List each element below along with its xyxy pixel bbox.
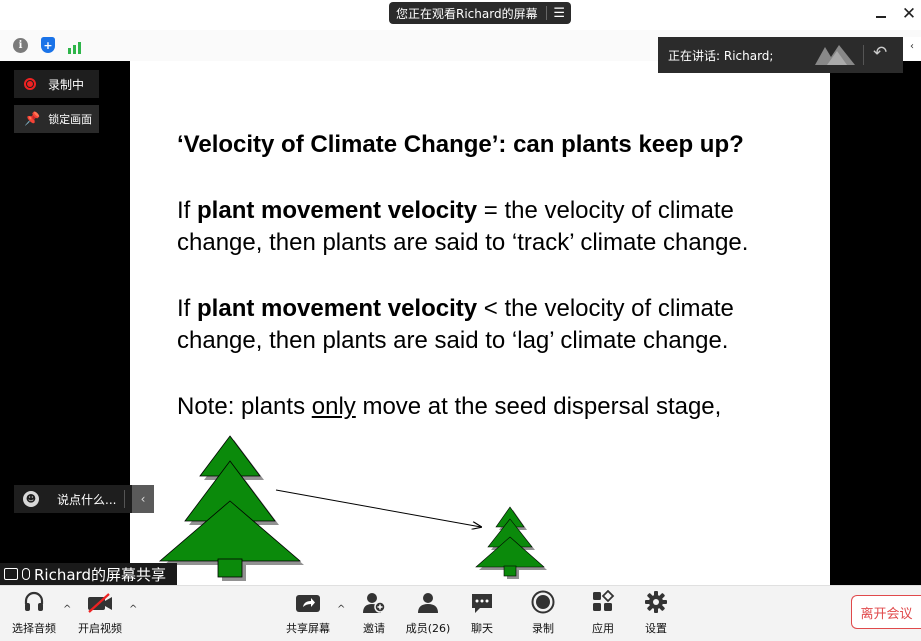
add-user-icon (362, 588, 386, 614)
screen-share-label: Richard的屏幕共享 (0, 563, 177, 585)
leave-meeting-button[interactable]: 离开会议 (851, 595, 921, 629)
lock-view-button[interactable]: 📌 锁定画面 (14, 105, 99, 133)
headphones-icon (22, 588, 46, 614)
apps-icon (591, 588, 615, 614)
record-label: 录制 (532, 622, 554, 635)
text: change, then plants are said to ‘lag’ cl… (177, 327, 729, 354)
chat-button[interactable]: 聊天 (452, 588, 512, 638)
video-options-chevron-icon[interactable]: ^ (129, 604, 137, 615)
small-tree-icon (475, 506, 547, 579)
video-off-icon (87, 588, 113, 614)
text: < the velocity of climate (477, 295, 734, 322)
minimize-button[interactable] (870, 4, 892, 26)
active-speaker-panel: 正在讲话: Richard; ↶ (658, 37, 903, 73)
right-black-strip (830, 61, 921, 585)
pin-icon: 📌 (24, 111, 41, 127)
participants-label: 成员(26) (405, 622, 451, 635)
reply-icon[interactable]: ↶ (873, 43, 887, 63)
text: change, then plants are said to ‘track’ … (177, 229, 749, 256)
chat-icon (470, 588, 494, 614)
divider (124, 490, 126, 508)
slide-paragraph-lag: If plant movement velocity < the velocit… (177, 293, 734, 357)
record-button[interactable]: 录制 (513, 588, 573, 638)
collapse-chat-icon[interactable]: ‹ (132, 485, 154, 513)
record-icon (531, 588, 555, 614)
text: Note: plants (177, 393, 312, 420)
presentation-slide: ‘Velocity of Climate Change’: can plants… (130, 61, 830, 585)
close-button[interactable]: ✕ (898, 2, 920, 26)
video-label: 开启视频 (78, 622, 122, 635)
settings-button[interactable]: 设置 (626, 588, 686, 638)
large-tree-icon (158, 435, 304, 581)
chat-label: 聊天 (471, 622, 493, 635)
meeting-toolbar: 选择音频 ^ 开启视频 ^ 共享屏幕 ^ 邀请 成员(26) 聊天 录制 应用 … (0, 585, 921, 641)
video-button[interactable]: 开启视频 (70, 588, 130, 638)
info-icon[interactable]: i (13, 38, 28, 53)
divider (546, 6, 548, 20)
minimize-icon (876, 16, 886, 18)
bold-text: plant movement velocity (197, 295, 478, 322)
microphone-icon (22, 568, 30, 580)
share-screen-icon (4, 568, 18, 580)
menu-icon: ☰ (553, 5, 565, 21)
slide-paragraph-note: Note: plants only move at the seed dispe… (177, 391, 721, 423)
collapse-panel-icon[interactable]: ‹ (903, 37, 921, 61)
text: If (177, 295, 198, 322)
speaker-avatar-icon (815, 45, 855, 65)
gear-icon (644, 588, 668, 614)
divider (863, 45, 864, 65)
share-screen-icon (295, 588, 321, 614)
shield-icon[interactable]: + (41, 37, 55, 53)
slide-title: ‘Velocity of Climate Change’: can plants… (177, 131, 744, 158)
recording-label: 录制中 (48, 77, 85, 92)
lock-view-label: 锁定画面 (48, 113, 93, 126)
emoji-icon[interactable]: ☻ (23, 491, 39, 507)
share-screen-label: 共享屏幕 (286, 622, 330, 635)
tree-illustration (158, 435, 547, 581)
invite-label: 邀请 (363, 622, 385, 635)
text: move at the seed dispersal stage, (355, 393, 722, 420)
movement-arrow (275, 489, 481, 527)
audio-label: 选择音频 (12, 622, 56, 635)
title-bar: 您正在观看Richard的屏幕 ☰ ✕ (0, 0, 921, 30)
bold-text: plant movement velocity (197, 197, 478, 224)
quick-chat-bar[interactable]: ☻ 说点什么... ‹ (14, 485, 154, 513)
recording-indicator[interactable]: 录制中 (14, 70, 99, 98)
active-speaker-label: 正在讲话: Richard; (668, 48, 774, 63)
audio-button[interactable]: 选择音频 (4, 588, 64, 638)
underlined-text: only (311, 393, 356, 420)
invite-button[interactable]: 邀请 (344, 588, 404, 638)
apps-button[interactable]: 应用 (573, 588, 633, 638)
text: = the velocity of climate (477, 197, 734, 224)
slide-paragraph-track: If plant movement velocity = the velocit… (177, 195, 748, 259)
share-screen-button[interactable]: 共享屏幕 (278, 588, 338, 638)
record-dot-icon (24, 78, 36, 90)
participants-button[interactable]: 成员(26) (398, 588, 458, 638)
share-owner-label: Richard的屏幕共享 (34, 565, 166, 584)
viewing-label: 您正在观看Richard的屏幕 (396, 6, 538, 21)
viewing-options-button[interactable]: 您正在观看Richard的屏幕 ☰ (389, 2, 571, 24)
settings-label: 设置 (645, 622, 667, 635)
text: If (177, 197, 198, 224)
signal-strength-icon[interactable] (67, 38, 85, 54)
chat-input[interactable]: 说点什么... (57, 491, 116, 508)
participants-icon (416, 588, 440, 614)
apps-label: 应用 (592, 622, 614, 635)
